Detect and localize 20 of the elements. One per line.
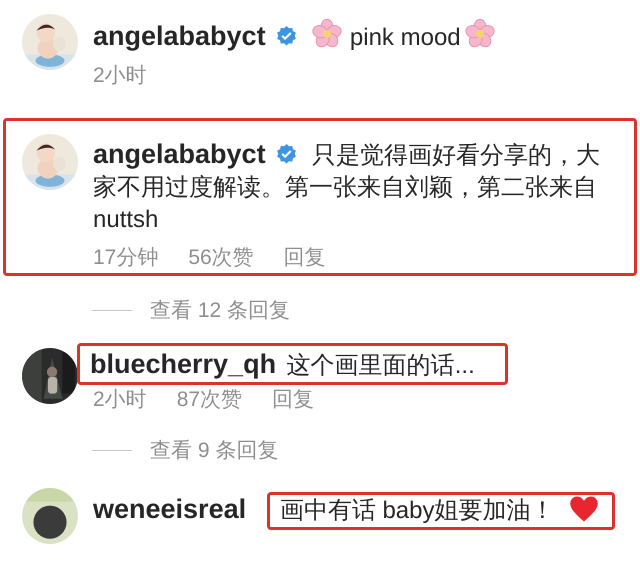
comment-text: angelababyct 只是觉得画好看分享的，大家不用过度解读。第一张来自刘颖，第二张来自nuttsh (93, 138, 601, 235)
flower-icon (464, 18, 496, 50)
reply-link[interactable]: 回复 (284, 243, 326, 271)
comment-text: bluecherry_qh 这个画里面的话... (90, 348, 475, 381)
comment-text: 画中有话 baby姐要加油！ (280, 497, 554, 524)
username-link[interactable]: weneeisreal (93, 494, 246, 524)
likes-link[interactable]: 87次赞 (176, 385, 242, 413)
comment-time: 17分钟 (93, 245, 158, 271)
username-link[interactable]: angelababyct (93, 21, 266, 51)
comment-text: angelababyct pink mood (93, 18, 621, 54)
heart-icon (568, 495, 598, 523)
flower-icon (310, 18, 343, 50)
username-link[interactable]: bluecherry_qh (90, 349, 276, 379)
username-link[interactable]: angelababyct (93, 139, 266, 169)
comment-time: 2小时 (93, 387, 147, 413)
likes-link[interactable]: 56次赞 (188, 243, 254, 271)
comment-time: 2小时 (93, 63, 147, 89)
view-replies-link[interactable]: 查看 12 条回复 (150, 296, 290, 324)
view-replies-link[interactable]: 查看 9 条回复 (150, 436, 278, 464)
reply-link[interactable]: 回复 (272, 385, 314, 413)
